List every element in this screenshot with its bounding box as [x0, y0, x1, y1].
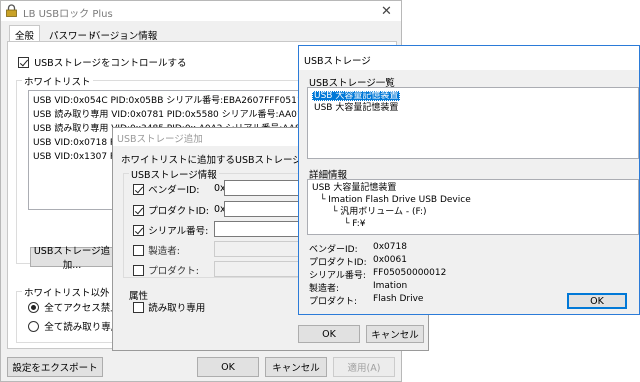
product-id-checkbox[interactable]: プロダクトID:: [133, 203, 209, 217]
checkbox-box[interactable]: [133, 265, 144, 276]
non-whitelist-label: ホワイトリスト以外: [22, 285, 112, 299]
info-product-id-value: 0x0061: [373, 255, 407, 265]
usb-storage-list[interactable]: USB 大容量記憶装置 USB 大容量記憶装置: [307, 87, 639, 159]
deny-all-label: 全てアクセス禁止: [44, 303, 120, 314]
usb-info-label: USBストレージ情報: [129, 167, 219, 181]
manufacturer-checkbox[interactable]: 製造者:: [133, 243, 180, 257]
control-usb-label: USBストレージをコントロールする: [34, 58, 187, 69]
add-cancel-button[interactable]: キャンセル: [366, 325, 424, 343]
checkbox-box[interactable]: [133, 225, 144, 236]
serial-input[interactable]: [214, 221, 299, 237]
vendor-id-label: ベンダーID:: [148, 185, 200, 196]
tree-node[interactable]: └ 汎用ボリューム - (F:): [332, 206, 638, 218]
info-vendor-value: 0x0718: [373, 242, 407, 252]
serial-label: シリアル番号:: [148, 226, 209, 237]
list-item[interactable]: USB 大容量記憶装置: [312, 91, 401, 101]
checkbox-box[interactable]: [133, 184, 144, 195]
whitelist-label: ホワイトリスト: [22, 74, 93, 88]
checkbox-box[interactable]: [18, 57, 29, 68]
tree-node[interactable]: └ F:¥: [344, 218, 638, 230]
device-tree[interactable]: USB 大容量記憶装置 └ Imation Flash Drive USB De…: [307, 179, 639, 235]
product-id-label: プロダクトID:: [148, 206, 210, 217]
add-ok-button[interactable]: OK: [298, 325, 360, 343]
info-product-id-label: プロダクトID:: [309, 258, 367, 268]
product-id-input[interactable]: [224, 201, 299, 217]
readonly-all-radio[interactable]: 全て読み取り専用: [28, 319, 120, 333]
lock-icon: [6, 4, 17, 17]
tree-node[interactable]: └ Imation Flash Drive USB Device: [320, 194, 638, 206]
apply-button[interactable]: 適用(A): [333, 357, 395, 377]
tab-general[interactable]: 全般: [9, 25, 41, 42]
usb-dialog-titlebar: USBストレージ: [299, 46, 639, 70]
tab-version[interactable]: バージョン情報: [85, 25, 163, 42]
info-manufacturer-value: Imation: [373, 281, 408, 291]
info-vendor-label: ベンダーID:: [309, 245, 358, 255]
info-manufacturer-label: 製造者:: [309, 284, 340, 294]
export-settings-button[interactable]: 設定をエクスポート: [7, 357, 103, 377]
radio-button[interactable]: [28, 321, 39, 332]
tree-node[interactable]: USB 大容量記憶装置: [312, 182, 638, 194]
usb-storage-dialog: USBストレージ USBストレージ一覧 USB 大容量記憶装置 USB 大容量記…: [298, 45, 640, 315]
add-dialog-title: USBストレージ追加: [117, 134, 203, 145]
add-usb-button[interactable]: USBストレージ追加...: [30, 246, 114, 271]
info-serial-label: シリアル番号:: [309, 271, 366, 281]
close-icon[interactable]: ✕: [381, 5, 392, 18]
checkbox-box[interactable]: [133, 245, 144, 256]
radio-button[interactable]: [28, 302, 39, 313]
usb-ok-button[interactable]: OK: [567, 293, 627, 309]
info-serial-value: FF05050000012: [373, 268, 447, 278]
window-title: LB USBロック Plus: [23, 9, 113, 20]
readonly-label: 読み取り専用: [148, 303, 206, 314]
readonly-checkbox[interactable]: 読み取り専用: [133, 300, 205, 314]
info-product-label: プロダクト:: [309, 297, 358, 307]
vendor-id-checkbox[interactable]: ベンダーID:: [133, 182, 200, 196]
deny-all-radio[interactable]: 全てアクセス禁止: [28, 300, 120, 314]
product-name-label: プロダクト:: [148, 266, 199, 277]
manufacturer-label: 製造者:: [148, 246, 180, 257]
list-item[interactable]: USB 大容量記憶装置: [314, 102, 638, 114]
checkbox-box[interactable]: [133, 205, 144, 216]
ok-button[interactable]: OK: [197, 357, 259, 377]
checkbox-box[interactable]: [133, 302, 144, 313]
product-name-checkbox[interactable]: プロダクト:: [133, 263, 199, 277]
readonly-all-label: 全て読み取り専用: [44, 322, 121, 333]
main-titlebar: LB USBロック Plus ✕: [1, 1, 401, 21]
vendor-id-input[interactable]: [224, 180, 299, 196]
cancel-button[interactable]: キャンセル: [265, 357, 327, 377]
manufacturer-input[interactable]: [214, 241, 299, 257]
info-product-value: Flash Drive: [373, 294, 424, 304]
serial-checkbox[interactable]: シリアル番号:: [133, 223, 208, 237]
product-name-input[interactable]: [214, 261, 299, 277]
usb-dialog-title: USBストレージ: [304, 56, 371, 67]
control-usb-checkbox[interactable]: USBストレージをコントロールする: [18, 55, 187, 69]
